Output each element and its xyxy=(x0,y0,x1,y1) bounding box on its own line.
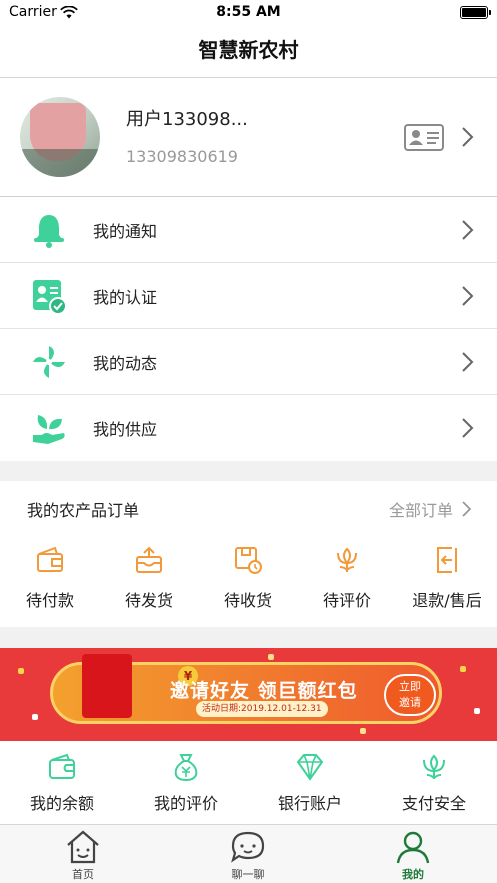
order-to-review[interactable]: 待评价 xyxy=(297,545,397,615)
invite-button-line1: 立即 xyxy=(399,680,421,693)
chevron-right-icon xyxy=(462,418,474,438)
banner-date: 活动日期:2019.12.01-12.31 xyxy=(196,701,328,717)
invite-button-line2: 邀请 xyxy=(399,696,421,709)
chevron-right-icon[interactable] xyxy=(461,500,473,518)
battery-icon xyxy=(460,6,491,19)
section-gap xyxy=(0,627,497,648)
menu-item-label: 我的动态 xyxy=(93,354,158,373)
diamond-icon xyxy=(296,754,324,781)
tab-chat[interactable]: 聊一聊 xyxy=(198,829,298,882)
banner-headline: 邀请好友 领巨额红包 xyxy=(170,680,358,702)
chevron-right-icon xyxy=(462,352,474,372)
menu-item-supply[interactable]: 我的供应 xyxy=(0,395,497,461)
profile-card[interactable]: 用户133098... 13309830619 xyxy=(0,78,497,196)
tab-label: 聊一聊 xyxy=(231,868,265,881)
tab-home[interactable]: 首页 xyxy=(33,829,133,882)
wallet-icon xyxy=(49,753,75,779)
wallet-label: 我的余额 xyxy=(29,794,94,813)
order-label: 待发货 xyxy=(124,591,173,610)
lotus-icon xyxy=(423,754,445,779)
wallet-label: 我的评价 xyxy=(153,794,218,813)
order-label: 待评价 xyxy=(322,591,371,610)
order-label: 待收货 xyxy=(223,591,272,610)
section-gap xyxy=(0,461,497,481)
profile-name: 用户133098... xyxy=(126,109,248,130)
status-bar: Carrier 8:55 AM xyxy=(0,0,497,26)
order-refund[interactable]: 退款/售后 xyxy=(397,545,497,615)
invite-banner[interactable]: ¥ 邀请好友 领巨额红包 活动日期:2019.12.01-12.31 立即 邀请 xyxy=(0,648,497,741)
menu-item-activity[interactable]: 我的动态 xyxy=(0,329,497,395)
user-icon xyxy=(396,831,430,864)
flower-icon xyxy=(337,547,357,572)
chevron-right-icon xyxy=(462,220,474,240)
order-label: 待付款 xyxy=(25,591,74,610)
wallet-icon xyxy=(37,546,63,572)
wallet-bank-account[interactable]: 银行账户 xyxy=(248,752,372,822)
wallet-balance[interactable]: 我的余额 xyxy=(0,752,124,822)
menu-item-label: 我的通知 xyxy=(93,222,158,241)
all-orders-link[interactable]: 全部订单 xyxy=(389,497,453,521)
tab-label: 我的 xyxy=(402,868,424,881)
chevron-right-icon xyxy=(462,286,474,306)
package-clock-icon xyxy=(235,547,262,574)
return-icon xyxy=(437,547,457,573)
orders-title: 我的农产品订单 xyxy=(27,501,140,520)
tab-mine[interactable]: 我的 xyxy=(363,829,463,882)
chevron-right-icon xyxy=(462,127,474,147)
money-bag-icon xyxy=(174,754,198,782)
leaf-hand-icon xyxy=(33,415,65,444)
order-to-ship[interactable]: 待发货 xyxy=(99,545,199,615)
page-title: 智慧新农村 xyxy=(198,38,299,62)
red-envelope-icon: ¥ xyxy=(82,654,198,718)
certification-icon xyxy=(33,280,67,315)
id-card-icon[interactable] xyxy=(404,124,444,151)
home-icon xyxy=(67,830,99,864)
order-to-receive[interactable]: 待收货 xyxy=(198,545,298,615)
menu-item-label: 我的供应 xyxy=(93,420,158,439)
clock: 8:55 AM xyxy=(216,4,281,20)
order-pending-payment[interactable]: 待付款 xyxy=(0,545,100,615)
profile-phone: 13309830619 xyxy=(126,147,238,166)
menu-item-label: 我的认证 xyxy=(93,288,158,307)
invite-now-button[interactable]: 立即 邀请 xyxy=(384,674,436,716)
order-label: 退款/售后 xyxy=(412,591,482,610)
pinwheel-icon xyxy=(33,346,65,378)
wallet-label: 支付安全 xyxy=(401,794,466,813)
bell-icon xyxy=(34,215,64,248)
chat-icon xyxy=(231,831,265,863)
tab-bar: 首页 聊一聊 我的 xyxy=(0,824,497,883)
menu-item-certification[interactable]: 我的认证 xyxy=(0,263,497,329)
menu-item-notifications[interactable]: 我的通知 xyxy=(0,197,497,263)
outbox-icon xyxy=(136,546,162,573)
wallet-label: 银行账户 xyxy=(277,794,342,813)
avatar[interactable] xyxy=(20,97,100,177)
wallet-reviews[interactable]: 我的评价 xyxy=(124,752,248,822)
wallet-payment-security[interactable]: 支付安全 xyxy=(372,752,496,822)
tab-label: 首页 xyxy=(72,868,94,881)
